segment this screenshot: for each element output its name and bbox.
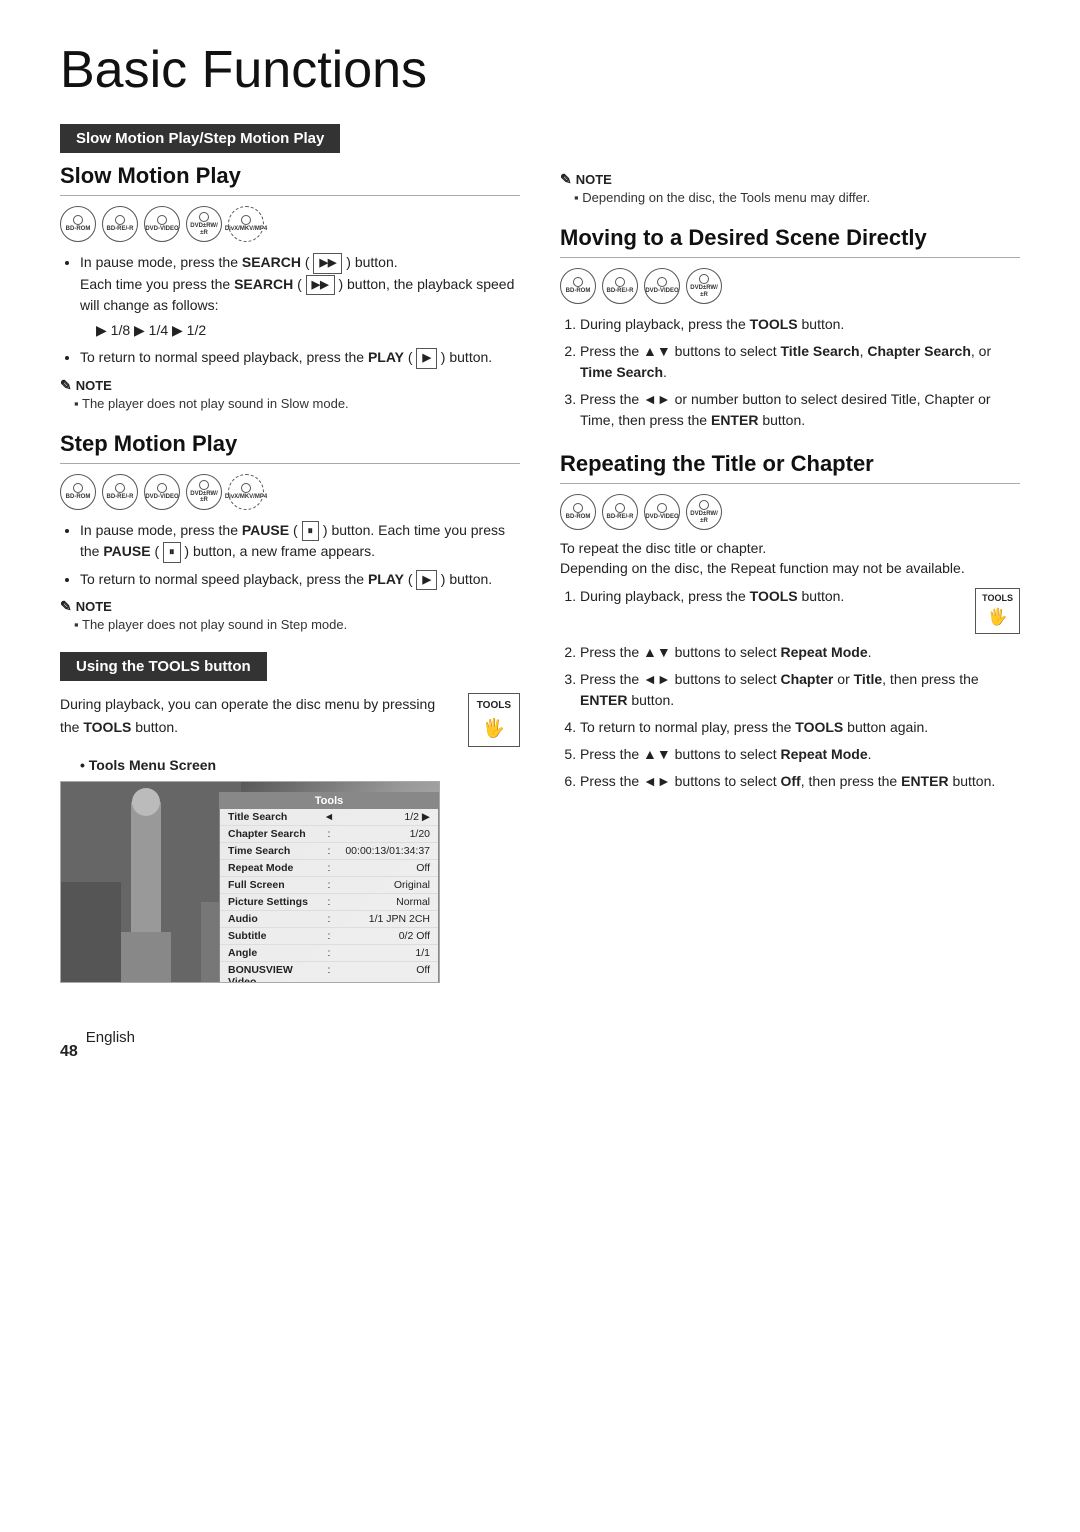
step-motion-heading: Step Motion Play bbox=[60, 431, 520, 457]
right-note-content: Depending on the disc, the Tools menu ma… bbox=[560, 190, 1020, 205]
disc-dvd-rw-4: DVD±RW/±R bbox=[686, 494, 722, 530]
page-title: Basic Functions bbox=[60, 40, 1020, 100]
disc-bd-re-r-2: BD-RE/-R bbox=[102, 474, 138, 510]
moving-scene-steps: During playback, press the TOOLS button.… bbox=[560, 314, 1020, 431]
repeating-intro1: To repeat the disc title or chapter. bbox=[560, 540, 1020, 556]
menu-title: Tools bbox=[220, 793, 438, 809]
tools-banner: Using the TOOLS button bbox=[60, 652, 267, 681]
tools-button-small: TOOLS 🖐 bbox=[975, 588, 1020, 634]
tools-menu-screenshot: Tools Title Search ◄ 1/2 ▶ Chapter Searc… bbox=[60, 781, 440, 983]
menu-row-full-screen: Full Screen : Original bbox=[220, 877, 438, 894]
slow-motion-disc-icons: BD-ROM BD-RE/-R DVD-VIDEO DVD±RW/±R DivX… bbox=[60, 206, 520, 242]
note-pencil-icon-3: ✎ bbox=[560, 171, 572, 188]
tools-menu-label: • Tools Menu Screen bbox=[60, 757, 520, 773]
menu-row-time-search: Time Search : 00:00:13/01:34:37 bbox=[220, 843, 438, 860]
disc-dvd-video: DVD-VIDEO bbox=[144, 206, 180, 242]
disc-bd-rom-4: BD-ROM bbox=[560, 494, 596, 530]
menu-row-angle: Angle : 1/1 bbox=[220, 945, 438, 962]
step-motion-bullets: In pause mode, press the PAUSE ( ⏸ ) but… bbox=[60, 520, 520, 591]
right-note-label: NOTE bbox=[576, 172, 612, 187]
slow-step-banner: Slow Motion Play/Step Motion Play bbox=[60, 124, 340, 153]
note-content: The player does not play sound in Slow m… bbox=[60, 396, 520, 411]
menu-row-picture-settings: Picture Settings : Normal bbox=[220, 894, 438, 911]
page-footer: 48 English bbox=[60, 1013, 1020, 1061]
menu-row-audio: Audio : 1/1 JPN 2CH bbox=[220, 911, 438, 928]
page-number: 48 bbox=[60, 1043, 78, 1061]
disc-bd-re-r-3: BD-RE/-R bbox=[602, 268, 638, 304]
disc-divx-2: DivX/MKV/MP4 bbox=[228, 474, 264, 510]
disc-dvd-video-3: DVD-VIDEO bbox=[644, 268, 680, 304]
repeating-heading: Repeating the Title or Chapter bbox=[560, 451, 1020, 477]
disc-divx: DivX/MKV/MP4 bbox=[228, 206, 264, 242]
tools-intro: During playback, you can operate the dis… bbox=[60, 693, 520, 747]
note-label-2: NOTE bbox=[76, 599, 112, 614]
disc-dvd-rw-2: DVD±RW/±R bbox=[186, 474, 222, 510]
disc-dvd-rw-3: DVD±RW/±R bbox=[686, 268, 722, 304]
menu-row-bonusview-video: BONUSVIEW Video : Off bbox=[220, 962, 438, 983]
menu-row-subtitle: Subtitle : 0/2 Off bbox=[220, 928, 438, 945]
disc-bd-rom: BD-ROM bbox=[60, 206, 96, 242]
right-note: ✎ NOTE Depending on the disc, the Tools … bbox=[560, 171, 1020, 205]
repeating-disc-icons: BD-ROM BD-RE/-R DVD-VIDEO DVD±RW/±R bbox=[560, 494, 1020, 530]
tools-button-graphic: TOOLS 🖐 bbox=[468, 693, 520, 747]
slow-motion-bullets: In pause mode, press the SEARCH ( ▶▶ ) b… bbox=[60, 252, 520, 369]
note-content-2: The player does not play sound in Step m… bbox=[60, 617, 520, 632]
slow-motion-note: ✎ NOTE The player does not play sound in… bbox=[60, 377, 520, 411]
speed-sequence: ▶ 1/8 ▶ 1/4 ▶ 1/2 bbox=[80, 320, 520, 341]
note-label: NOTE bbox=[76, 378, 112, 393]
menu-row-repeat-mode: Repeat Mode : Off bbox=[220, 860, 438, 877]
menu-row-title-search: Title Search ◄ 1/2 ▶ bbox=[220, 809, 438, 826]
disc-bd-re-r: BD-RE/-R bbox=[102, 206, 138, 242]
note-pencil-icon-2: ✎ bbox=[60, 598, 72, 615]
page-language: English bbox=[86, 1029, 135, 1046]
slow-motion-heading: Slow Motion Play bbox=[60, 163, 520, 189]
disc-dvd-rw: DVD±RW/±R bbox=[186, 206, 222, 242]
disc-bd-rom-2: BD-ROM bbox=[60, 474, 96, 510]
menu-row-chapter-search: Chapter Search : 1/20 bbox=[220, 826, 438, 843]
disc-dvd-video-4: DVD-VIDEO bbox=[644, 494, 680, 530]
disc-bd-rom-3: BD-ROM bbox=[560, 268, 596, 304]
disc-bd-re-r-4: BD-RE/-R bbox=[602, 494, 638, 530]
note-pencil-icon: ✎ bbox=[60, 377, 72, 394]
moving-scene-disc-icons: BD-ROM BD-RE/-R DVD-VIDEO DVD±RW/±R bbox=[560, 268, 1020, 304]
repeating-steps: During playback, press the TOOLS button.… bbox=[560, 586, 1020, 792]
step-motion-note: ✎ NOTE The player does not play sound in… bbox=[60, 598, 520, 632]
step-motion-disc-icons: BD-ROM BD-RE/-R DVD-VIDEO DVD±RW/±R DivX… bbox=[60, 474, 520, 510]
disc-dvd-video-2: DVD-VIDEO bbox=[144, 474, 180, 510]
moving-scene-heading: Moving to a Desired Scene Directly bbox=[560, 225, 1020, 251]
tools-menu-overlay: Tools Title Search ◄ 1/2 ▶ Chapter Searc… bbox=[219, 792, 439, 983]
repeating-intro2: Depending on the disc, the Repeat functi… bbox=[560, 560, 1020, 576]
